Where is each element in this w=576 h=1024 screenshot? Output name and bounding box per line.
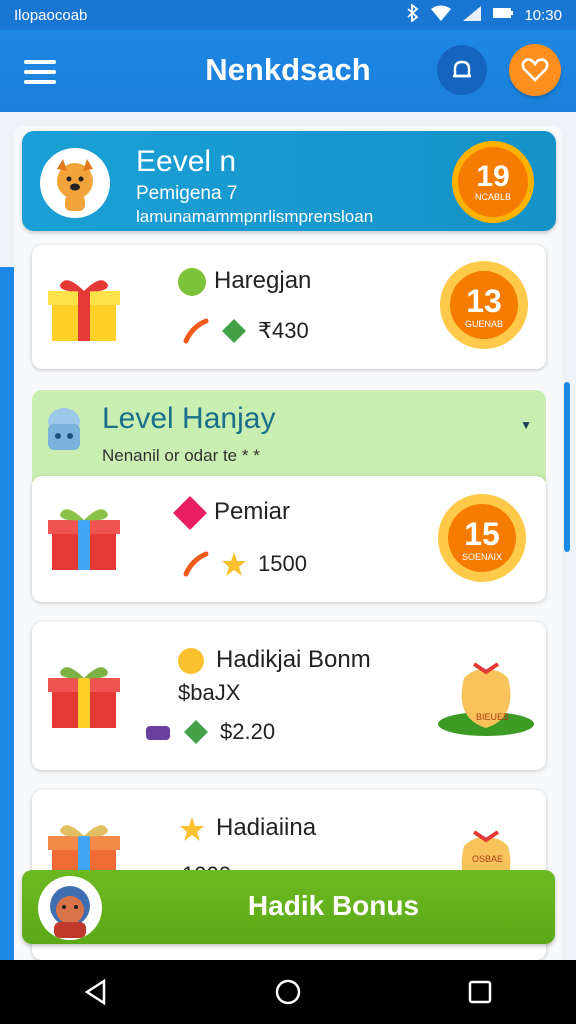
home-icon xyxy=(275,979,301,1005)
bell-icon xyxy=(453,60,471,78)
star-icon xyxy=(180,816,204,841)
reward-title: Hadikjai Bonm xyxy=(216,646,371,673)
level-card[interactable]: Eevel n Pemigena 7 lamunamammpnrlismpren… xyxy=(22,131,556,231)
reward-title: Pemiar xyxy=(214,498,291,525)
reward-value: 1500 xyxy=(258,551,307,576)
status-bar: Ilopaocoab 10:30 xyxy=(0,0,576,30)
gift-icon xyxy=(48,509,120,570)
gem-icon xyxy=(222,319,246,343)
reward-value: $2.20 xyxy=(220,719,276,744)
chevron-down-icon[interactable]: ▼ xyxy=(520,418,532,432)
level-badge: 19 NCABLB xyxy=(452,141,534,223)
gem-icon xyxy=(184,720,208,744)
home-button[interactable] xyxy=(258,968,318,1016)
signal-icon xyxy=(462,5,482,25)
system-nav-bar xyxy=(0,960,576,1024)
heart-icon xyxy=(521,58,549,82)
bag-label: BIEUEB xyxy=(476,712,510,722)
clock: 10:30 xyxy=(524,6,562,24)
carrier-label: Ilopaocoab xyxy=(14,6,88,24)
left-accent xyxy=(0,267,14,960)
app-bar: Nenkdsach xyxy=(0,30,576,112)
money-icon xyxy=(178,267,206,296)
back-button[interactable] xyxy=(66,968,126,1016)
recents-button[interactable] xyxy=(450,968,510,1016)
check-icon xyxy=(183,318,209,344)
bonus-label: Hadik Bonus xyxy=(247,890,420,921)
film-icon xyxy=(146,726,170,740)
robot-icon xyxy=(48,408,80,450)
gift-icon xyxy=(48,667,120,728)
scrollbar[interactable] xyxy=(564,382,570,552)
section-title: Level Hanjay xyxy=(102,402,276,435)
level-title: Eevel n xyxy=(136,145,237,178)
check-icon xyxy=(183,551,209,577)
reward-value-prefix: ₹ xyxy=(258,318,272,343)
notifications-button[interactable] xyxy=(437,45,487,95)
app-title: Nenkdsach xyxy=(205,52,371,87)
wifi-icon xyxy=(430,5,452,25)
level-badge-number: 19 xyxy=(476,160,510,193)
moon-icon xyxy=(178,647,204,674)
bonus-button[interactable]: Hadik Bonus xyxy=(22,870,555,944)
section-subtitle: Nenanil or odar te * * xyxy=(102,446,260,465)
section-stars: * * xyxy=(241,446,260,465)
bluetooth-icon xyxy=(406,3,420,26)
reward-card[interactable]: Haregjan ₹430 13 GUENAB xyxy=(32,245,546,369)
main-content[interactable]: Eevel n Pemigena 7 lamunamammpnrlismpren… xyxy=(0,112,576,960)
back-icon xyxy=(84,979,106,1005)
reward-title: Hadiaiina xyxy=(216,814,317,841)
reward-title: Haregjan xyxy=(214,267,312,294)
level-description: lamunamammpnrlismprensloan xyxy=(136,207,374,226)
bag-label: OSBAE xyxy=(472,854,504,864)
puppy-icon xyxy=(57,159,93,211)
reward-badge: 15 SOENAIX xyxy=(436,492,528,584)
recents-icon xyxy=(468,980,492,1004)
reward-badge: 13 GUENAB xyxy=(438,259,530,351)
level-badge-label: NCABLB xyxy=(474,192,511,202)
level-section[interactable]: Level Hanjay Nenanil or odar te * * ▼ xyxy=(32,390,546,482)
reward-card[interactable]: Hadikjai Bonm $baJX $2.20 BIEUEB xyxy=(32,622,546,770)
gift-icon xyxy=(48,280,120,341)
gem-icon xyxy=(173,495,207,530)
reward-value: 430 xyxy=(272,318,309,343)
star-icon xyxy=(222,552,246,576)
menu-icon xyxy=(24,60,56,64)
level-subtitle: Pemigena 7 xyxy=(136,183,238,204)
reward-card[interactable]: Pemiar 1500 15 SOENAIX xyxy=(32,476,546,602)
avatar xyxy=(40,148,110,218)
battery-icon xyxy=(492,6,514,24)
menu-button[interactable] xyxy=(24,60,56,84)
favorites-button[interactable] xyxy=(509,44,561,96)
reward-subvalue: $baJX xyxy=(178,680,241,705)
money-bag-icon xyxy=(438,662,534,736)
